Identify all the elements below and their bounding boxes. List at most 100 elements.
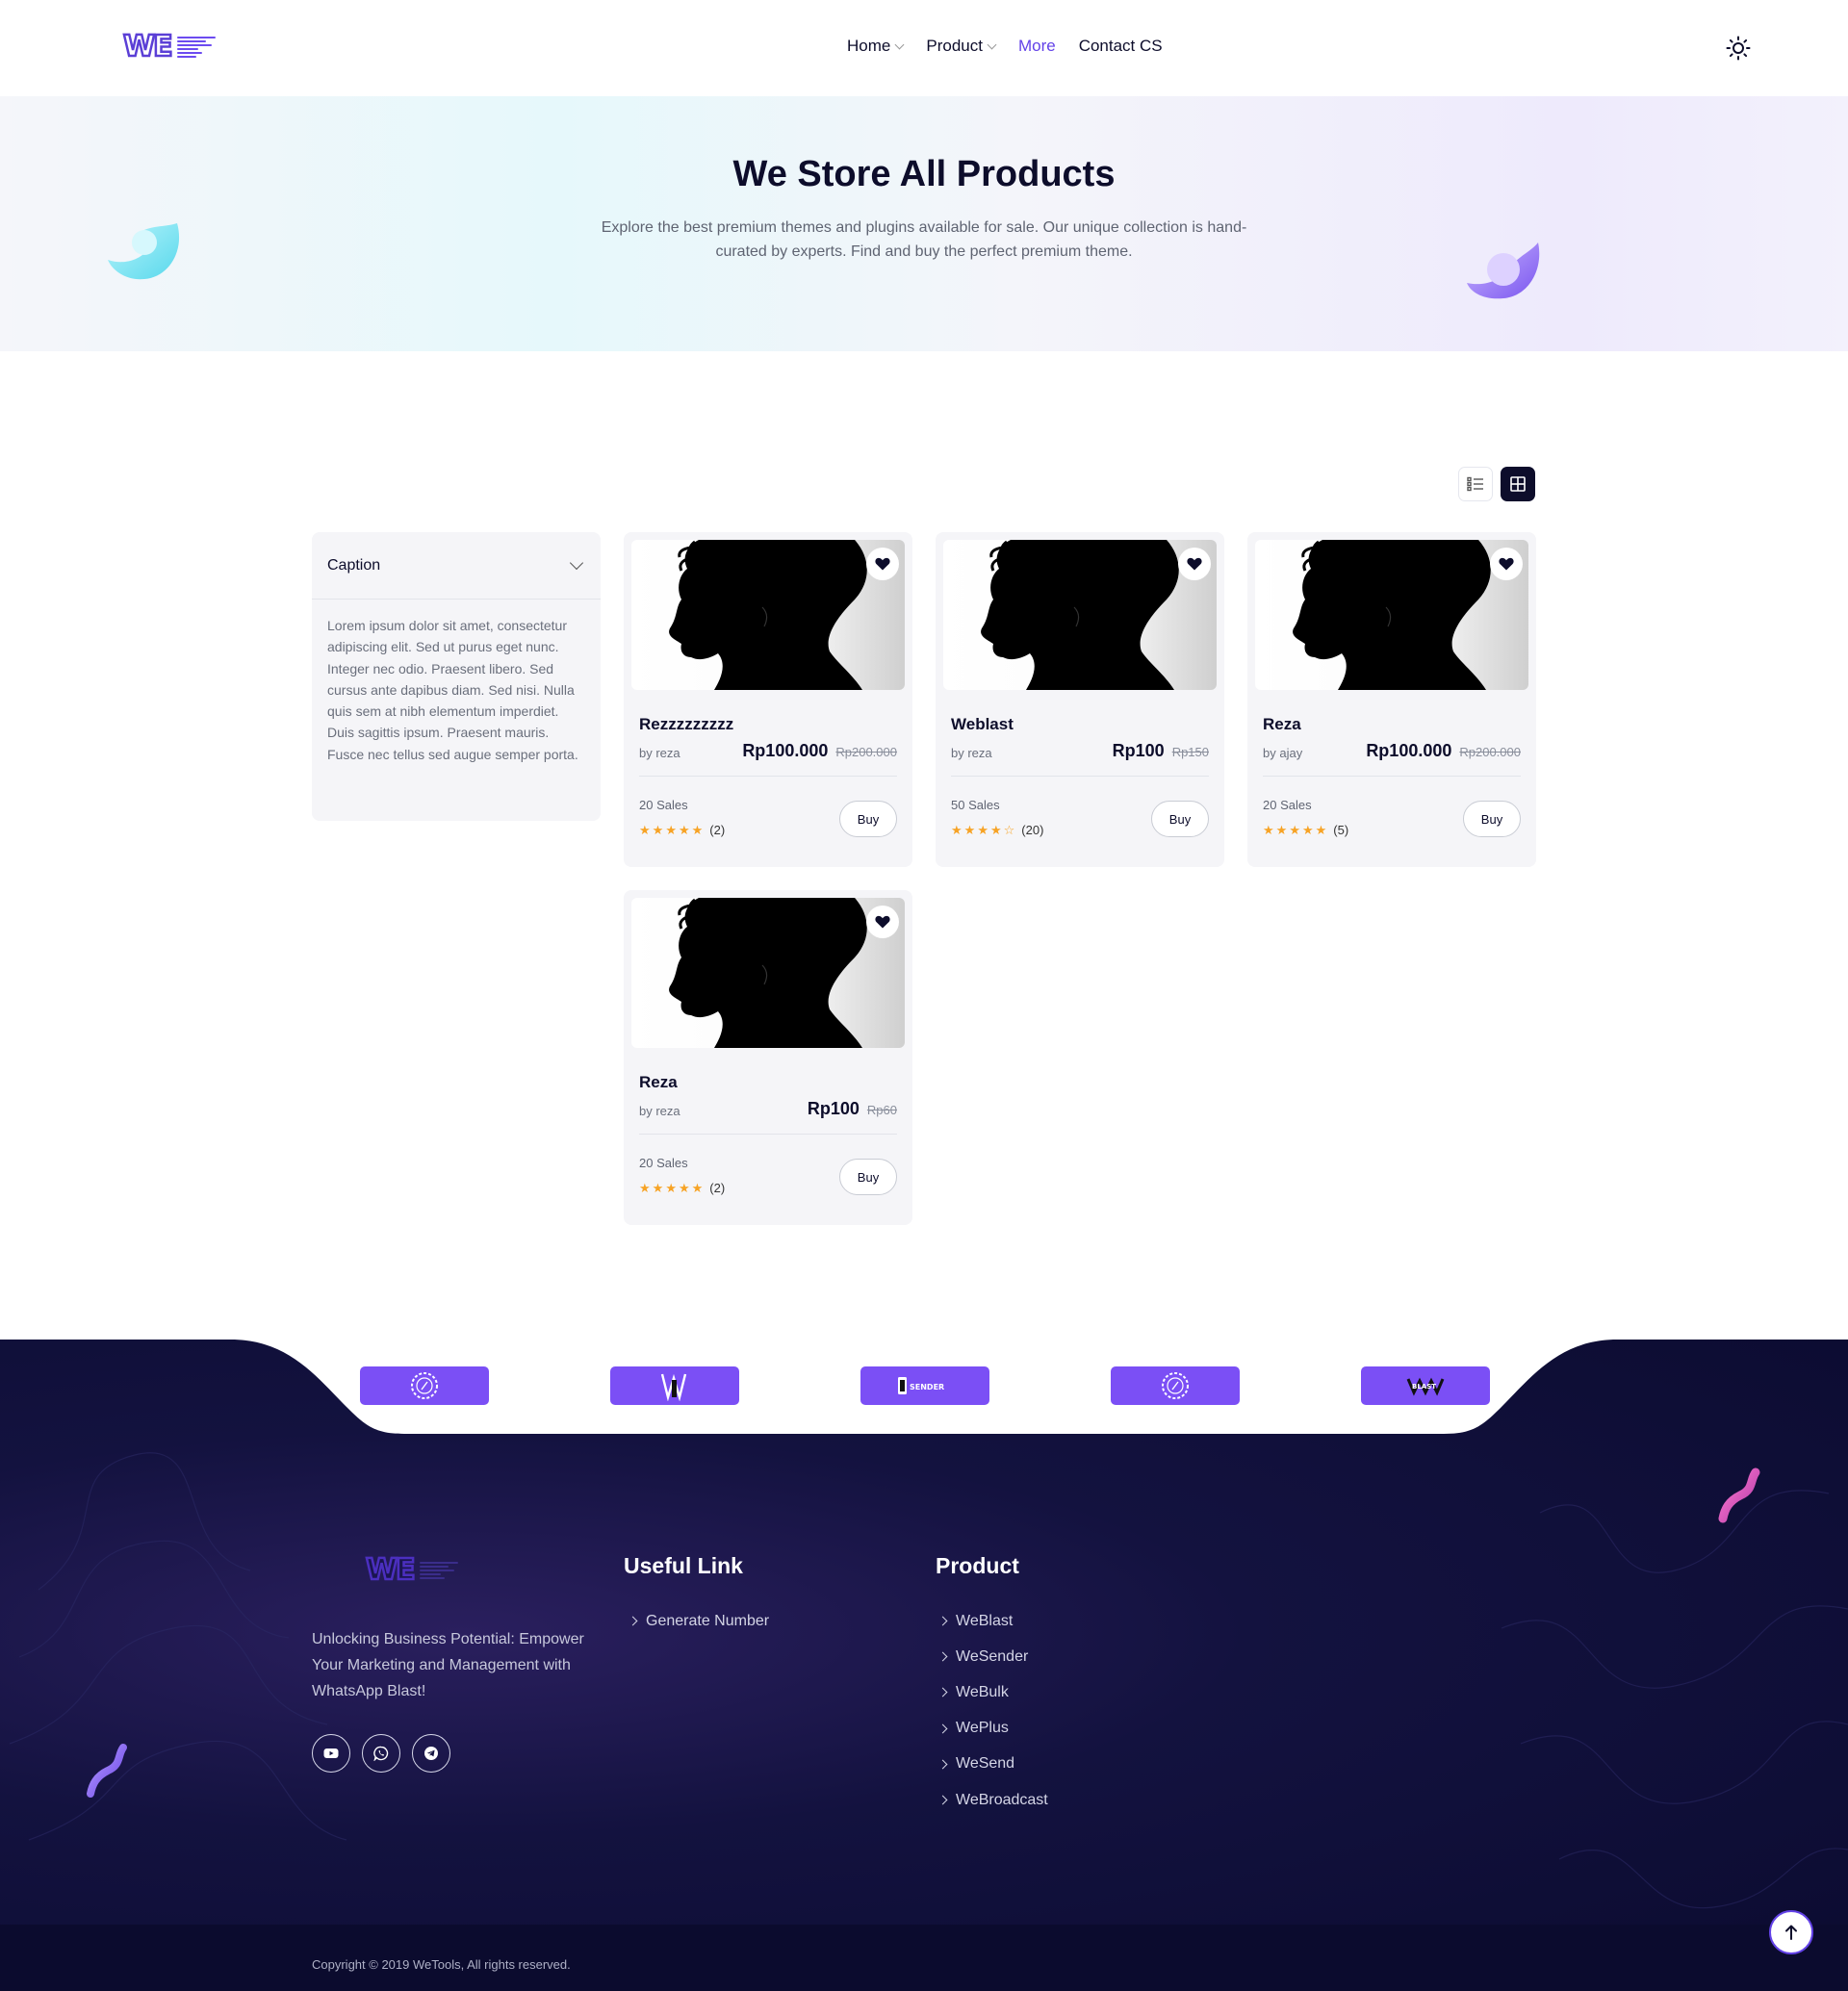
footer-logo[interactable]: WE xyxy=(365,1554,458,1586)
buy-button[interactable]: Buy xyxy=(1463,801,1521,837)
nav-product-label: Product xyxy=(926,37,983,55)
buy-button[interactable]: Buy xyxy=(839,1159,897,1195)
partner-logo[interactable] xyxy=(360,1366,489,1405)
logo-lines xyxy=(176,37,216,58)
product-image[interactable] xyxy=(943,540,1217,690)
footer-link[interactable]: WePlus xyxy=(937,1711,1048,1747)
rating-count: (2) xyxy=(709,1181,726,1195)
star-filled-icon: ★ xyxy=(963,823,976,837)
page-title: We Store All Products xyxy=(732,154,1116,194)
star-filled-icon: ★ xyxy=(1263,823,1274,837)
chevron-right-icon xyxy=(937,1795,948,1805)
useful-link-title: Useful Link xyxy=(624,1553,743,1578)
favorite-button[interactable] xyxy=(1178,548,1211,580)
footer-link-label: WeSend xyxy=(956,1755,1015,1773)
whatsapp-link[interactable] xyxy=(362,1734,400,1773)
star-filled-icon: ★ xyxy=(1301,823,1314,837)
sun-icon[interactable] xyxy=(1726,36,1751,61)
product-card[interactable]: Rezzzzzzzzz by reza Rp100.000 Rp200.000 … xyxy=(624,532,912,867)
star-filled-icon: ★ xyxy=(665,823,677,837)
site-footer: SENDER BLAST WE Unlocking Business Poten… xyxy=(0,1340,1848,1991)
telegram-link[interactable] xyxy=(412,1734,450,1773)
footer-link[interactable]: WeBlast xyxy=(937,1603,1048,1639)
footer-link[interactable]: WeSender xyxy=(937,1639,1048,1674)
price-current: Rp100.000 xyxy=(742,741,829,760)
caption-toggle[interactable]: Caption xyxy=(312,532,601,600)
site-header: WE Home Product More Contact CS xyxy=(0,0,1848,96)
product-title[interactable]: Weblast xyxy=(951,715,1014,734)
chevron-down-icon xyxy=(569,555,584,570)
product-price: Rp100 Rp150 xyxy=(1113,741,1209,761)
chevron-right-icon xyxy=(937,1759,948,1770)
product-thumbnail xyxy=(981,540,1179,690)
product-author: by reza xyxy=(951,746,992,760)
star-filled-icon: ★ xyxy=(1289,823,1300,837)
favorite-button[interactable] xyxy=(1490,548,1523,580)
price-original: Rp200.000 xyxy=(1459,745,1521,759)
grid-view-icon xyxy=(1510,476,1526,492)
back-to-top-button[interactable] xyxy=(1769,1910,1813,1954)
youtube-link[interactable] xyxy=(312,1734,350,1773)
footer-topo-pattern xyxy=(0,1340,1848,1909)
footer-link[interactable]: WeBroadcast xyxy=(937,1782,1048,1818)
footer-link[interactable]: Generate Number xyxy=(628,1603,769,1639)
favorite-button[interactable] xyxy=(866,548,899,580)
nav-product[interactable]: Product xyxy=(926,37,997,56)
price-original: Rp150 xyxy=(1171,745,1209,759)
product-card[interactable]: Reza by ajay Rp100.000 Rp200.000 20 Sale… xyxy=(1247,532,1536,867)
buy-button[interactable]: Buy xyxy=(1151,801,1209,837)
star-filled-icon: ★ xyxy=(1315,823,1327,837)
partner-logo[interactable]: SENDER xyxy=(860,1366,989,1405)
partner-logo[interactable] xyxy=(1111,1366,1240,1405)
product-title[interactable]: Reza xyxy=(639,1073,678,1092)
star-filled-icon: ★ xyxy=(652,823,664,837)
partner-logo[interactable] xyxy=(610,1366,739,1405)
buy-button[interactable]: Buy xyxy=(839,801,897,837)
product-image[interactable] xyxy=(631,540,905,690)
copyright-text: Copyright © 2019 WeTools, All rights res… xyxy=(312,1957,571,1972)
nav-contact-cs[interactable]: Contact CS xyxy=(1079,37,1163,56)
svg-text:BLAST: BLAST xyxy=(1412,1383,1436,1391)
decor-blob-purple xyxy=(1467,242,1540,299)
footer-link[interactable]: WeBulk xyxy=(937,1674,1048,1710)
product-title[interactable]: Reza xyxy=(1263,715,1301,734)
rating: ★ ★ ★ ★ ★ (2) xyxy=(639,1181,725,1195)
star-filled-icon: ★ xyxy=(977,823,988,837)
footer-link-label: WeBroadcast xyxy=(956,1791,1048,1808)
footer-link[interactable]: WeSend xyxy=(937,1747,1048,1782)
list-view-button[interactable] xyxy=(1458,467,1493,501)
product-thumbnail xyxy=(669,540,867,690)
partner-logo[interactable]: BLAST xyxy=(1361,1366,1490,1405)
sales-count: 50 Sales xyxy=(951,798,1000,812)
chevron-right-icon xyxy=(937,1616,948,1626)
product-image[interactable] xyxy=(631,898,905,1048)
sales-count: 20 Sales xyxy=(639,798,688,812)
star-filled-icon: ★ xyxy=(665,1181,677,1195)
youtube-icon xyxy=(323,1749,339,1758)
footer-link-label: WeBulk xyxy=(956,1683,1009,1700)
product-author: by reza xyxy=(639,1104,680,1118)
nav-home[interactable]: Home xyxy=(847,37,905,56)
heart-icon xyxy=(875,915,890,929)
blast-logo-icon: BLAST xyxy=(1406,1377,1445,1396)
wf-logo-icon xyxy=(660,1373,687,1401)
product-card[interactable]: Weblast by reza Rp100 Rp150 50 Sales ★ ★ ★… xyxy=(936,532,1224,867)
decor-squiggle-pink xyxy=(1718,1468,1760,1523)
product-image[interactable] xyxy=(1255,540,1528,690)
hero-banner: We Store All Products Explore the best p… xyxy=(0,96,1848,351)
chevron-right-icon xyxy=(937,1723,948,1734)
heart-icon xyxy=(1499,557,1514,571)
favorite-button[interactable] xyxy=(866,906,899,938)
nav-more[interactable]: More xyxy=(1018,37,1056,56)
footer-link-label: WeSender xyxy=(956,1647,1029,1665)
product-title[interactable]: Rezzzzzzzzz xyxy=(639,715,733,734)
price-current: Rp100.000 xyxy=(1366,741,1452,760)
nav-more-label: More xyxy=(1017,37,1056,55)
site-logo[interactable]: WE xyxy=(122,31,216,63)
grid-view-button[interactable] xyxy=(1501,467,1535,501)
list-view-icon xyxy=(1467,476,1483,492)
caption-panel: Caption Lorem ipsum dolor sit amet, cons… xyxy=(312,532,601,821)
footer-tagline: Unlocking Business Potential: Empower Yo… xyxy=(312,1631,584,1699)
product-card[interactable]: Reza by reza Rp100 Rp60 20 Sales ★ ★ ★ ★ ★ (2… xyxy=(624,890,912,1225)
chevron-right-icon xyxy=(937,1688,948,1697)
